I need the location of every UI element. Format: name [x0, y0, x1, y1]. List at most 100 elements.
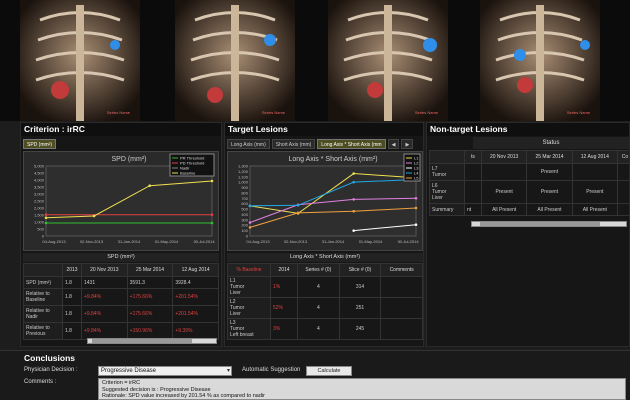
criterion-panel: Criterion : irRC SPD (mm²) SPD (mm²)0500… [20, 122, 222, 347]
target-panel: Target Lesions Long Axis (mm) Short Axis… [224, 122, 424, 347]
y-tick-label: 3,500 [34, 185, 45, 190]
y-tick-label: 5,000 [34, 164, 45, 169]
table-cell: All Present [482, 204, 527, 216]
lesion-table-title: Long Axis * Short Axis (mm²) [227, 253, 423, 262]
x-tick-label: 31-Jan-2014 [118, 239, 141, 244]
data-point [249, 205, 252, 208]
table-header-cell: 25 Mar 2014 [527, 151, 572, 164]
nontarget-scrollbar[interactable] [471, 221, 627, 227]
decision-label: Physician Decision : [24, 367, 78, 373]
data-point [352, 210, 355, 213]
conclusions-title: Conclusions [24, 353, 75, 363]
table-row[interactable]: L6 Tumor Liver Present Present Present [430, 181, 630, 204]
lesion-chart: Long Axis * Short Axis (mm²)010020030040… [227, 151, 423, 251]
table-cell[interactable] [381, 277, 423, 298]
data-point [45, 222, 48, 225]
y-tick-label: 4,000 [34, 178, 45, 183]
tab-long-short-axis[interactable]: Long Axis * Short Axis (mm [317, 139, 385, 149]
decision-select[interactable]: Progressive Disease ▾ [98, 366, 232, 376]
table-cell[interactable] [381, 319, 423, 340]
table-cell: Present [482, 181, 527, 204]
tab-short-axis[interactable]: Short Axis (mm) [272, 139, 316, 149]
x-tick-label: 31-Jan-2014 [322, 239, 345, 244]
spd-table-title: SPD (mm²) [23, 253, 219, 262]
y-tick-label: 1,200 [238, 169, 249, 174]
col-series: Series # (0) [298, 264, 340, 277]
scroll-thumb[interactable] [480, 222, 600, 226]
conclusions-section: Conclusions Physician Decision : Progres… [0, 350, 630, 400]
nontarget-title: Non-target Lesions [427, 123, 629, 136]
lesion-table-header: % Baseline 2014 Series # (0) Slice # (0)… [228, 264, 423, 277]
target-title: Target Lesions [225, 123, 423, 136]
ct-image-3[interactable] [328, 0, 448, 121]
tab-next-button[interactable]: ▶ [401, 139, 413, 149]
spd-col-2: 20 Nov 2013 [82, 264, 128, 277]
row-label: L1 Tumor Liver [228, 277, 271, 298]
table-cell: +175.66% [127, 306, 173, 323]
data-point [211, 222, 214, 225]
calculate-button[interactable]: Calculate [306, 366, 352, 376]
table-cell: 4 [298, 298, 340, 319]
tab-long-axis[interactable]: Long Axis (mm) [227, 139, 270, 149]
data-point [211, 180, 214, 183]
table-header-cell [430, 151, 465, 164]
x-tick-label: 04-Aug-2013 [42, 239, 66, 244]
y-tick-label: 300 [241, 217, 248, 222]
data-point [415, 223, 418, 226]
table-cell: 1% [271, 277, 298, 298]
table-row: Relative to Baseline 1.8 +9.84% +175.66%… [24, 289, 219, 306]
y-tick-label: 800 [241, 190, 248, 195]
ct-image-1[interactable] [20, 0, 140, 121]
y-tick-label: 2,000 [34, 206, 45, 211]
table-cell[interactable] [381, 298, 423, 319]
table-cell: 52% [271, 298, 298, 319]
tab-prev-button[interactable]: ◀ [388, 139, 400, 149]
status-header: Status [473, 137, 629, 149]
image-label-1: Series Name [107, 110, 130, 115]
col-comments: Comments [381, 264, 423, 277]
col-baseline[interactable]: % Baseline [228, 264, 271, 277]
table-cell: 1431 [82, 277, 128, 289]
table-header-cell: ts [465, 151, 482, 164]
table-cell: All Present [527, 204, 572, 216]
x-tick-label: 01-May-2014 [155, 239, 179, 244]
data-point [249, 221, 252, 224]
table-cell: 3% [271, 319, 298, 340]
table-row[interactable]: L3 Tumor Left breast 3% 4 245 [228, 319, 423, 340]
table-cell: All Present [572, 204, 617, 216]
comments-textarea[interactable]: Criterion = irRC Suggested decision is :… [98, 378, 626, 400]
data-point [352, 229, 355, 232]
table-row[interactable]: L2 Tumor Liver 52% 4 251 [228, 298, 423, 319]
table-cell: +9.84% [82, 323, 128, 340]
y-tick-label: 900 [241, 185, 248, 190]
decision-value: Progressive Disease [101, 368, 156, 374]
criterion-scrollbar[interactable] [87, 338, 217, 344]
table-row: Relative to Previous 1.8 +9.84% +150.96%… [24, 323, 219, 340]
y-tick-label: 0 [246, 234, 249, 239]
table-row[interactable]: L1 Tumor Liver 1% 4 314 [228, 277, 423, 298]
table-cell [572, 164, 617, 181]
chart-title: SPD (mm²) [112, 156, 147, 163]
ct-image-2[interactable] [175, 0, 295, 121]
x-tick-label: 30-Jul-2014 [193, 239, 215, 244]
spd-col-0 [24, 264, 63, 277]
col-slice: Slice # (0) [339, 264, 381, 277]
chevron-down-icon[interactable]: ▾ [227, 367, 230, 375]
ct-image-4[interactable] [480, 0, 600, 121]
tab-spd[interactable]: SPD (mm²) [23, 139, 56, 149]
table-header-cell: 12 Aug 2014 [572, 151, 617, 164]
table-row[interactable]: L7 Tumor Present [430, 164, 630, 181]
spd-table: 2013 20 Nov 2013 25 Mar 2014 12 Aug 2014… [23, 263, 219, 340]
table-cell: 1.8 [63, 306, 82, 323]
row-label: Relative to Baseline [24, 289, 63, 306]
x-tick-label: 01-May-2014 [359, 239, 383, 244]
x-tick-label: 30-Jul-2014 [397, 239, 419, 244]
y-tick-label: 1,000 [238, 180, 249, 185]
y-tick-label: 4,500 [34, 171, 45, 176]
row-label: L3 Tumor Left breast [228, 319, 271, 340]
data-point [352, 172, 355, 175]
y-tick-label: 1,500 [34, 213, 45, 218]
table-cell: Present [572, 181, 617, 204]
spd-chart: SPD (mm²)05001,0001,5002,0002,5003,0003,… [23, 151, 219, 251]
scroll-thumb[interactable] [92, 339, 192, 343]
